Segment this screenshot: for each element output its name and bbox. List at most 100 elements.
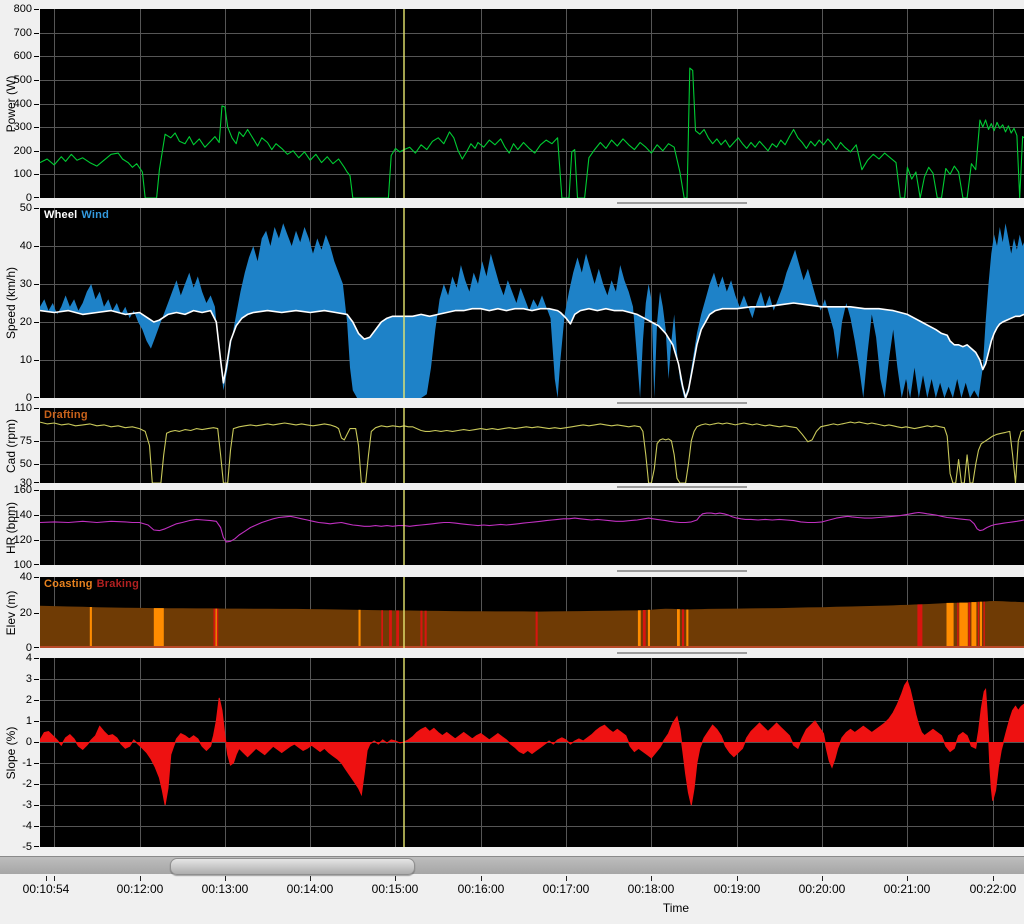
hr-ytick-mark xyxy=(34,515,39,516)
braking-band xyxy=(968,602,970,648)
panel-hr: HR (bpm)160140120100 xyxy=(0,490,1024,565)
cad-ytick-label: 110 xyxy=(0,403,32,414)
power-ytick-label: 300 xyxy=(0,122,32,133)
time-tick-label: 00:10:54 xyxy=(23,882,70,896)
time-scrollbar-track[interactable] xyxy=(0,856,1024,874)
slope-ytick-mark xyxy=(34,763,39,764)
speed-ytick-mark xyxy=(34,397,39,398)
power-ytick-label: 400 xyxy=(0,99,32,110)
braking-band xyxy=(217,609,218,649)
slope-plot[interactable] xyxy=(40,658,1024,847)
panel-slope: Slope (%)43210-1-2-3-4-5 xyxy=(0,658,1024,847)
panel-splitter[interactable] xyxy=(617,402,747,404)
power-ytick-label: 700 xyxy=(0,28,32,39)
panel-splitter[interactable] xyxy=(617,202,747,204)
power-ytick-label: 500 xyxy=(0,75,32,86)
panel-splitter[interactable] xyxy=(617,486,747,488)
slope-axis-label: Slope (%) xyxy=(4,726,18,779)
coasting-band xyxy=(980,602,982,648)
coasting-band xyxy=(154,608,164,648)
slope-ytick-label: 2 xyxy=(0,695,32,706)
legend-drafting: Drafting xyxy=(44,409,88,421)
speed-ytick-mark xyxy=(34,208,39,209)
power-ytick-label: 200 xyxy=(0,146,32,157)
slope-ytick-label: -3 xyxy=(0,800,32,811)
speed-ytick-mark xyxy=(34,360,39,361)
elev-ytick-label: 40 xyxy=(0,572,32,583)
power-ytick-mark xyxy=(34,33,39,34)
speed-axis-label: Speed (km/h) xyxy=(4,267,18,339)
speed-plot[interactable] xyxy=(40,208,1024,398)
slope-ytick-mark xyxy=(34,826,39,827)
time-tick xyxy=(651,876,652,881)
time-tick xyxy=(907,876,908,881)
hr-ytick-mark xyxy=(34,540,39,541)
power-ytick-mark xyxy=(34,9,39,10)
cad-ytick-mark xyxy=(34,464,39,465)
slope-ytick-label: -2 xyxy=(0,779,32,790)
braking-band xyxy=(957,603,958,648)
elev-ytick-mark xyxy=(34,577,39,578)
slope-ytick-mark xyxy=(34,721,39,722)
legend-wheel: Wheel xyxy=(44,209,77,221)
time-tick xyxy=(566,876,567,881)
elev-ytick-mark xyxy=(34,647,39,648)
panel-splitter[interactable] xyxy=(617,570,747,572)
hr-ytick-mark xyxy=(34,490,39,491)
time-tick xyxy=(395,876,396,881)
coasting-band xyxy=(638,610,641,648)
time-axis: Time 00:10:5400:12:0000:13:0000:14:0000:… xyxy=(0,874,1024,924)
slope-ytick-mark xyxy=(34,700,39,701)
cad-ytick-label: 50 xyxy=(0,459,32,470)
power-plot[interactable] xyxy=(40,9,1024,198)
power-ytick-label: 600 xyxy=(0,51,32,62)
coasting-band xyxy=(947,603,954,648)
braking-band xyxy=(389,610,392,648)
time-tick-label: 00:12:00 xyxy=(117,882,164,896)
hr-ytick-label: 160 xyxy=(0,485,32,496)
coasting-band xyxy=(959,603,968,648)
braking-band xyxy=(381,610,383,648)
power-ytick-mark xyxy=(34,197,39,198)
speed-ytick-mark xyxy=(34,322,39,323)
braking-band xyxy=(917,604,922,648)
time-tick xyxy=(481,876,482,881)
braking-band xyxy=(643,610,646,648)
legend-wind: Wind xyxy=(81,209,109,221)
time-axis-title: Time xyxy=(663,901,689,915)
braking-band xyxy=(214,609,216,649)
slope-ytick-label: -1 xyxy=(0,758,32,769)
braking-band xyxy=(984,602,985,648)
elev-plot[interactable] xyxy=(40,577,1024,648)
speed-ytick-label: 20 xyxy=(0,317,32,328)
time-scrollbar-thumb[interactable] xyxy=(170,858,415,875)
slope-ytick-mark xyxy=(34,658,39,659)
braking-band xyxy=(978,602,979,648)
slope-ytick-mark xyxy=(34,784,39,785)
cad-plot[interactable] xyxy=(40,408,1024,483)
hr-plot[interactable] xyxy=(40,490,1024,565)
speed-ytick-mark xyxy=(34,284,39,285)
elev-legend: CoastingBraking xyxy=(44,578,143,590)
coasting-band xyxy=(677,609,680,648)
coasting-band xyxy=(686,610,688,649)
time-tick-label: 00:17:00 xyxy=(543,882,590,896)
time-tick xyxy=(225,876,226,881)
time-tick-label: 00:19:00 xyxy=(714,882,761,896)
braking-band xyxy=(420,611,422,648)
power-ytick-label: 800 xyxy=(0,4,32,15)
time-tick-label: 00:20:00 xyxy=(799,882,846,896)
panel-splitter[interactable] xyxy=(617,652,747,654)
time-tick xyxy=(993,876,994,881)
slope-ytick-label: 0 xyxy=(0,737,32,748)
legend-braking: Braking xyxy=(97,578,139,590)
slope-ytick-label: 3 xyxy=(0,674,32,685)
coasting-band xyxy=(648,610,650,648)
power-ytick-label: 100 xyxy=(0,169,32,180)
slope-ytick-mark xyxy=(34,805,39,806)
panel-power: Power (W)8007006005004003002001000 xyxy=(0,9,1024,198)
elev-ytick-mark xyxy=(34,613,39,614)
time-tick-label: 00:21:00 xyxy=(884,882,931,896)
time-tick xyxy=(46,876,47,881)
slope-ytick-label: -5 xyxy=(0,842,32,853)
